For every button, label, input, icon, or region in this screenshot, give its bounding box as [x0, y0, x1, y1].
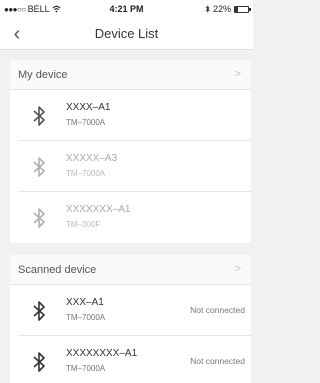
navigation-bar: ‹ Device List	[0, 18, 253, 50]
connection-status: Not connected	[190, 356, 245, 366]
page-title: Device List	[94, 26, 159, 41]
bluetooth-icon	[33, 301, 45, 321]
chevron-right-icon: >	[234, 263, 241, 275]
device-model: TM–7000A	[66, 118, 106, 127]
device-name: XXXXX–A3	[66, 153, 118, 164]
device-model: TM–7000A	[66, 313, 106, 322]
device-name: XXXXXXXX–A1	[66, 348, 138, 359]
status-bar: ●●●○○ BELL 4:21 PM 22%	[0, 0, 253, 18]
bluetooth-icon	[33, 106, 45, 126]
scanned-device-section: Scanned device > XXX–A1 TM–7000A Not con…	[10, 255, 251, 383]
device-row[interactable]: XXX–A1 TM–7000A Not connected	[18, 285, 251, 336]
device-model: TM–7000A	[66, 169, 106, 178]
section-title: Scanned device	[18, 264, 97, 276]
device-name: XXXXXXX–A1	[66, 204, 131, 215]
scanned-device-header[interactable]: Scanned device >	[10, 255, 251, 285]
bluetooth-status-icon	[205, 5, 210, 13]
bluetooth-icon	[33, 208, 45, 228]
device-row[interactable]: XXXXXXXX–A1 TM–7000A Not connected	[18, 336, 251, 383]
device-row[interactable]: XXXXXXX–A1 TM–300F	[18, 192, 251, 243]
connection-status: Not connected	[190, 305, 245, 315]
battery-icon	[234, 5, 251, 13]
section-title: My device	[18, 69, 68, 81]
device-name: XXXX–A1	[66, 102, 111, 113]
chevron-right-icon: >	[234, 68, 241, 80]
my-device-header[interactable]: My device >	[10, 60, 251, 90]
device-model: TM–300F	[66, 220, 101, 229]
device-model: TM–7000A	[66, 364, 106, 373]
bluetooth-icon	[33, 352, 45, 372]
my-device-section: My device > XXXX–A1 TM–7000A XXXXX–A3 TM…	[10, 60, 251, 243]
bluetooth-icon	[33, 157, 45, 177]
battery-percent: 22%	[212, 4, 231, 14]
device-row[interactable]: XXXX–A1 TM–7000A	[18, 90, 251, 141]
device-row[interactable]: XXXXX–A3 TM–7000A	[18, 141, 251, 192]
battery-info: 22%	[205, 4, 251, 14]
device-name: XXX–A1	[66, 297, 104, 308]
